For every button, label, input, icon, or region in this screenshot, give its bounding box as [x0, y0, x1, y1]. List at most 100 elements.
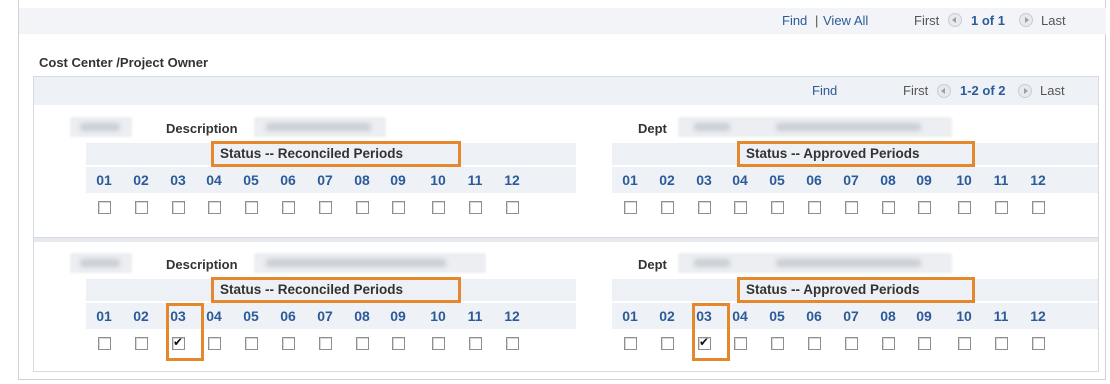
reconciled-period-checkbox-10[interactable] [432, 201, 445, 214]
approved-period-label-11: 11 [993, 172, 1009, 188]
approved-period-checkbox-04[interactable] [734, 337, 747, 350]
reconciled-period-label-12: 12 [504, 172, 520, 188]
reconciled-period-checkbox-04[interactable] [208, 337, 221, 350]
grid-find-link[interactable]: Find [812, 77, 837, 105]
grid-page-indicator: 1-2 of 2 [960, 83, 1006, 98]
approved-period-checkbox-04[interactable] [734, 201, 747, 214]
reconciled-period-label-04: 04 [206, 308, 222, 324]
view-all-link[interactable]: View All [823, 8, 868, 34]
reconciled-period-checkbox-11[interactable] [469, 201, 482, 214]
reconciled-period-checkbox-03[interactable] [172, 335, 185, 350]
approved-period-label-02: 02 [659, 172, 675, 188]
description-label: Description [166, 257, 238, 272]
approved-period-checkbox-07[interactable] [845, 201, 858, 214]
approved-period-checkbox-11[interactable] [995, 201, 1008, 214]
reconciled-period-label-10: 10 [430, 172, 446, 188]
approved-period-checkbox-12[interactable] [1032, 337, 1045, 350]
grid-row-1: Description Dept Status -- Reconciled Pe… [34, 113, 1098, 243]
dept-label: Dept [638, 121, 667, 136]
reconciled-period-label-11: 11 [467, 308, 483, 324]
approved-period-checkbox-09[interactable] [918, 201, 931, 214]
reconciled-period-label-06: 06 [280, 308, 296, 324]
previous-arrow-icon[interactable] [948, 13, 962, 27]
top-navigation-bar: Find | View All First 1 of 1 Last [19, 8, 1106, 34]
reconciled-period-checkbox-12[interactable] [506, 337, 519, 350]
reconciled-period-checkbox-05[interactable] [245, 201, 258, 214]
find-link[interactable]: Find [782, 8, 807, 34]
redacted-dept-1 [678, 117, 952, 137]
reconciled-period-checkbox-06[interactable] [282, 201, 295, 214]
reconciled-period-label-04: 04 [206, 172, 222, 188]
reconciled-period-checkbox-09[interactable] [392, 337, 405, 350]
approved-period-checkbox-10[interactable] [958, 201, 971, 214]
reconciled-period-label-07: 07 [317, 172, 333, 188]
reconciled-period-label-10: 10 [430, 308, 446, 324]
approved-period-label-01: 01 [622, 308, 638, 324]
redacted-dept-2 [678, 253, 952, 273]
approved-period-checkbox-03[interactable] [698, 201, 711, 214]
dept-label: Dept [638, 257, 667, 272]
reconciled-period-checkbox-05[interactable] [245, 337, 258, 350]
redacted-description-2 [254, 253, 486, 273]
reconciled-period-checkbox-04[interactable] [208, 201, 221, 214]
reconciled-period-label-06: 06 [280, 172, 296, 188]
approved-period-label-10: 10 [956, 308, 972, 324]
grid-row-2: Description Dept Status -- Reconciled Pe… [34, 249, 1098, 379]
reconciled-period-checkbox-11[interactable] [469, 337, 482, 350]
approved-period-label-12: 12 [1030, 172, 1046, 188]
reconciled-period-checkbox-02[interactable] [135, 201, 148, 214]
approved-period-checkbox-06[interactable] [808, 201, 821, 214]
reconciled-period-label-11: 11 [467, 172, 483, 188]
approved-period-label-07: 07 [843, 308, 859, 324]
reconciled-period-checkbox-08[interactable] [356, 201, 369, 214]
first-label: First [914, 13, 940, 28]
approved-period-label-03: 03 [696, 308, 712, 324]
approved-period-label-09: 09 [916, 172, 932, 188]
approved-period-label-04: 04 [732, 172, 748, 188]
page-indicator: 1 of 1 [971, 13, 1005, 28]
reconciled-periods-title: Status -- Reconciled Periods [211, 277, 461, 303]
approved-period-checkbox-06[interactable] [808, 337, 821, 350]
approved-period-checkbox-07[interactable] [845, 337, 858, 350]
reconciled-period-label-03: 03 [170, 172, 186, 188]
grid-next-arrow-icon[interactable] [1018, 84, 1032, 98]
approved-period-checkbox-10[interactable] [958, 337, 971, 350]
reconciled-period-checkbox-03[interactable] [172, 201, 185, 214]
approved-period-checkbox-05[interactable] [771, 201, 784, 214]
approved-period-checkbox-03[interactable] [698, 335, 711, 350]
reconciled-period-checkbox-06[interactable] [282, 337, 295, 350]
grid-previous-arrow-icon[interactable] [937, 84, 951, 98]
reconciled-period-label-05: 05 [243, 308, 259, 324]
approved-period-checkbox-02[interactable] [661, 201, 674, 214]
reconciled-period-checkbox-01[interactable] [98, 201, 111, 214]
approved-period-checkbox-01[interactable] [624, 201, 637, 214]
approved-period-label-02: 02 [659, 308, 675, 324]
reconciled-period-checkbox-10[interactable] [432, 337, 445, 350]
approved-period-checkbox-11[interactable] [995, 337, 1008, 350]
approved-period-checkbox-01[interactable] [624, 337, 637, 350]
reconciled-period-checkbox-08[interactable] [356, 337, 369, 350]
approved-period-label-05: 05 [769, 308, 785, 324]
approved-period-label-11: 11 [993, 308, 1009, 324]
reconciled-period-label-09: 09 [390, 308, 406, 324]
approved-period-checkbox-08[interactable] [882, 201, 895, 214]
approved-period-checkbox-02[interactable] [661, 337, 674, 350]
approved-period-checkbox-08[interactable] [882, 337, 895, 350]
approved-period-label-05: 05 [769, 172, 785, 188]
reconciled-period-checkbox-01[interactable] [98, 337, 111, 350]
reconciled-period-checkbox-12[interactable] [506, 201, 519, 214]
reconciled-period-label-12: 12 [504, 308, 520, 324]
approved-period-checkbox-05[interactable] [771, 337, 784, 350]
reconciled-period-label-01: 01 [96, 308, 112, 324]
reconciled-period-checkbox-09[interactable] [392, 201, 405, 214]
reconciled-period-label-08: 08 [354, 172, 370, 188]
reconciled-period-checkbox-02[interactable] [135, 337, 148, 350]
approved-period-checkbox-12[interactable] [1032, 201, 1045, 214]
reconciled-period-checkbox-07[interactable] [319, 201, 332, 214]
grid-navigation-bar: Find First 1-2 of 2 Last [34, 77, 1098, 105]
reconciled-period-checkbox-07[interactable] [319, 337, 332, 350]
approved-period-checkbox-09[interactable] [918, 337, 931, 350]
next-arrow-icon[interactable] [1019, 13, 1033, 27]
reconciled-period-label-02: 02 [133, 172, 149, 188]
approved-period-label-04: 04 [732, 308, 748, 324]
